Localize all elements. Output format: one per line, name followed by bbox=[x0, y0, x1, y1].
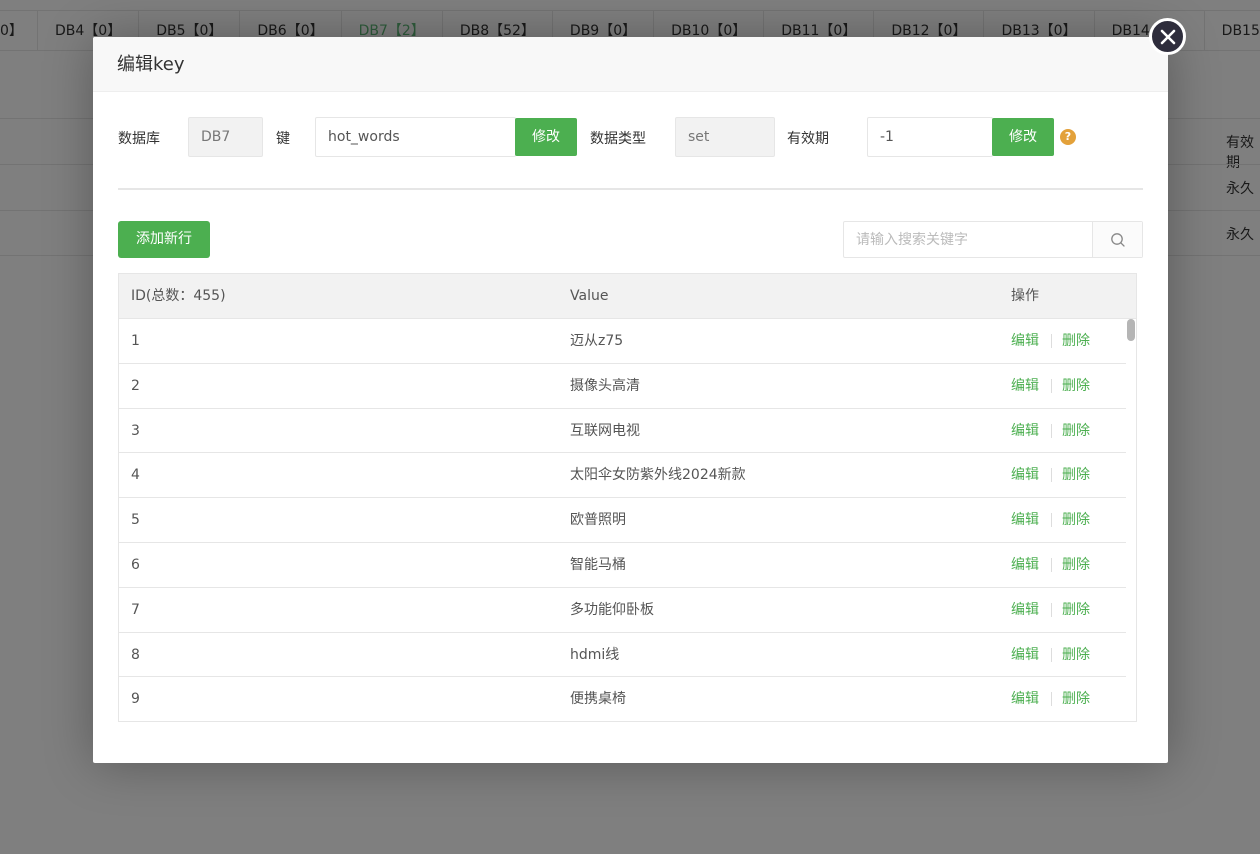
db-field: DB7 bbox=[188, 117, 263, 157]
delete-row-link[interactable]: 删除 bbox=[1062, 409, 1090, 453]
table-row: 6 智能马桶 编辑 删除 bbox=[119, 543, 1126, 588]
members-table: ID(总数：455) Value 操作 1 迈从z75 编辑 删除 2 摄像头高清 编辑 删除… bbox=[118, 273, 1137, 722]
table-row: 1 迈从z75 编辑 删除 bbox=[119, 319, 1126, 364]
scrollbar-thumb[interactable] bbox=[1127, 319, 1135, 341]
delete-row-link[interactable]: 删除 bbox=[1062, 543, 1090, 587]
edit-key-dialog: 编辑key 数据库 DB7 键 hot_words 修改 数据类型 set 有效… bbox=[93, 37, 1168, 763]
search-button[interactable] bbox=[1092, 222, 1142, 257]
edit-row-link[interactable]: 编辑 bbox=[1011, 633, 1039, 677]
row-value: 互联网电视 bbox=[570, 422, 640, 439]
search-input[interactable] bbox=[844, 222, 1092, 257]
row-id: 4 bbox=[131, 467, 140, 484]
row-value: 智能马桶 bbox=[570, 556, 626, 573]
delete-row-link[interactable]: 删除 bbox=[1062, 364, 1090, 408]
col-actions-header: 操作 bbox=[1011, 288, 1039, 304]
modify-key-button[interactable]: 修改 bbox=[515, 118, 577, 156]
row-id: 2 bbox=[131, 377, 140, 394]
close-dialog-button[interactable] bbox=[1149, 18, 1186, 55]
row-id: 1 bbox=[131, 333, 140, 349]
row-value: 摄像头高清 bbox=[570, 377, 640, 394]
action-separator bbox=[1051, 423, 1052, 438]
help-icon[interactable]: ? bbox=[1060, 129, 1076, 145]
row-value: hdmi线 bbox=[570, 646, 620, 663]
delete-row-link[interactable]: 删除 bbox=[1062, 319, 1090, 363]
table-row: 9 便携桌椅 编辑 删除 bbox=[119, 677, 1126, 721]
row-id: 3 bbox=[131, 422, 140, 439]
edit-row-link[interactable]: 编辑 bbox=[1011, 409, 1039, 453]
key-form: 数据库 DB7 键 hot_words 修改 数据类型 set 有效期 -1 修… bbox=[93, 117, 1168, 157]
row-value: 欧普照明 bbox=[570, 512, 626, 529]
close-icon bbox=[1160, 29, 1175, 44]
action-separator bbox=[1051, 647, 1052, 662]
table-body: 1 迈从z75 编辑 删除 2 摄像头高清 编辑 删除 3 互联网电视 编辑 删除 4 太阳伞女防紫外线2… bbox=[119, 319, 1126, 721]
delete-row-link[interactable]: 删除 bbox=[1062, 677, 1090, 721]
type-label: 数据类型 bbox=[590, 131, 646, 147]
edit-row-link[interactable]: 编辑 bbox=[1011, 588, 1039, 632]
search-icon bbox=[1110, 232, 1125, 247]
table-row: 7 多功能仰卧板 编辑 删除 bbox=[119, 588, 1126, 633]
row-value: 多功能仰卧板 bbox=[570, 601, 654, 618]
action-separator bbox=[1051, 378, 1052, 393]
key-name-input[interactable]: hot_words bbox=[315, 117, 516, 157]
ttl-label: 有效期 bbox=[787, 131, 829, 147]
row-id: 9 bbox=[131, 691, 140, 708]
add-row-button[interactable]: 添加新行 bbox=[118, 221, 210, 258]
row-value: 太阳伞女防紫外线2024新款 bbox=[570, 467, 746, 484]
divider bbox=[118, 188, 1143, 190]
action-separator bbox=[1051, 513, 1052, 528]
table-row: 3 互联网电视 编辑 删除 bbox=[119, 409, 1126, 454]
type-field: set bbox=[675, 117, 775, 157]
row-value: 便携桌椅 bbox=[570, 691, 626, 708]
edit-row-link[interactable]: 编辑 bbox=[1011, 453, 1039, 497]
table-header: ID(总数：455) Value 操作 bbox=[119, 274, 1136, 319]
edit-row-link[interactable]: 编辑 bbox=[1011, 498, 1039, 542]
action-separator bbox=[1051, 692, 1052, 707]
row-value: 迈从z75 bbox=[570, 333, 624, 349]
row-id: 8 bbox=[131, 646, 140, 663]
table-row: 8 hdmi线 编辑 删除 bbox=[119, 633, 1126, 678]
search-box bbox=[843, 221, 1143, 258]
edit-row-link[interactable]: 编辑 bbox=[1011, 543, 1039, 587]
dialog-title: 编辑key bbox=[93, 37, 1168, 92]
row-id: 7 bbox=[131, 601, 140, 618]
table-row: 5 欧普照明 编辑 删除 bbox=[119, 498, 1126, 543]
table-row: 2 摄像头高清 编辑 删除 bbox=[119, 364, 1126, 409]
delete-row-link[interactable]: 删除 bbox=[1062, 633, 1090, 677]
edit-row-link[interactable]: 编辑 bbox=[1011, 677, 1039, 721]
edit-row-link[interactable]: 编辑 bbox=[1011, 319, 1039, 363]
action-separator bbox=[1051, 334, 1052, 348]
action-separator bbox=[1051, 602, 1052, 617]
delete-row-link[interactable]: 删除 bbox=[1062, 498, 1090, 542]
action-separator bbox=[1051, 557, 1052, 572]
edit-row-link[interactable]: 编辑 bbox=[1011, 364, 1039, 408]
ttl-input[interactable]: -1 bbox=[867, 117, 993, 157]
db-label: 数据库 bbox=[118, 131, 160, 147]
delete-row-link[interactable]: 删除 bbox=[1062, 453, 1090, 497]
action-separator bbox=[1051, 468, 1052, 483]
table-row: 4 太阳伞女防紫外线2024新款 编辑 删除 bbox=[119, 453, 1126, 499]
row-id: 6 bbox=[131, 556, 140, 573]
table-scrollbar[interactable] bbox=[1126, 319, 1136, 721]
delete-row-link[interactable]: 删除 bbox=[1062, 588, 1090, 632]
key-label: 键 bbox=[276, 131, 290, 147]
col-id-header: ID(总数：455) bbox=[131, 288, 226, 304]
modify-ttl-button[interactable]: 修改 bbox=[992, 118, 1054, 156]
col-value-header: Value bbox=[570, 288, 609, 304]
row-id: 5 bbox=[131, 512, 140, 529]
